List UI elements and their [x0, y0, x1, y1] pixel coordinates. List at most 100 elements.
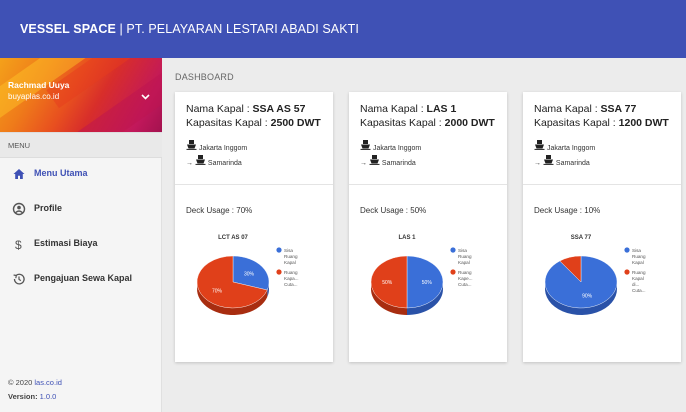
slice-label: 30%	[244, 272, 255, 278]
legend-marker	[276, 269, 282, 275]
arrow-right-icon: →	[186, 160, 193, 167]
destination-port: Samarinda	[555, 160, 590, 167]
version-label: Version:	[8, 392, 38, 401]
slice-label: 70%	[212, 288, 223, 294]
vessel-name-value: LAS 1	[426, 103, 457, 115]
origin-port: Jakarta Inggom	[372, 145, 422, 152]
origin-port: Jakarta Inggom	[546, 145, 596, 152]
legend-marker	[276, 247, 282, 253]
page-title: DASHBOARD	[175, 72, 234, 82]
sidebar-item-label: Menu Utama	[34, 168, 88, 178]
sidebar-item-profile[interactable]: Profile	[0, 194, 162, 224]
home-icon	[12, 167, 26, 181]
legend-label: Sisa Ruang Kapal	[632, 248, 646, 265]
dollar-icon: $	[12, 237, 26, 252]
legend-marker	[450, 247, 456, 253]
slice-label: 50%	[422, 280, 433, 286]
vessel-card[interactable]: Nama Kapal : LAS 1 Kapasitas Kapal : 200…	[349, 92, 507, 362]
legend-label: Sisa Ruang Kapal	[284, 248, 298, 265]
copyright: © 2020 las.co.id	[8, 376, 62, 390]
legend-label: Sisa Ruang Kapal	[458, 248, 472, 265]
footer-link[interactable]: las.co.id	[34, 378, 62, 387]
vessel-capacity: Kapasitas Kapal : 1200 DWT	[534, 117, 669, 129]
chart-title: LAS 1	[398, 235, 416, 241]
vessel-capacity: Kapasitas Kapal : 2000 DWT	[360, 117, 495, 129]
ship-icon	[360, 139, 371, 152]
version-value: 1.0.0	[37, 392, 57, 401]
deck-usage-pie-chart: LCT AS 07 30% 70% Sisa Ruang Kapal Ruang Kapa..…	[196, 235, 299, 315]
sidebar-footer: © 2020 las.co.id Version: 1.0.0	[8, 376, 62, 404]
sidebar: Rachmad Uuya buyaplas.co.id MENU Menu Ut…	[0, 58, 162, 412]
version: Version: 1.0.0	[8, 390, 62, 404]
deck-usage: Deck Usage : 70%	[186, 206, 253, 215]
vessel-capacity: Kapasitas Kapal : 2500 DWT	[186, 117, 321, 129]
chart-title: SSA 77	[571, 235, 592, 241]
vessel-capacity-value: 2500 DWT	[270, 117, 321, 129]
chart-title: LCT AS 07	[218, 235, 248, 241]
sidebar-item-menu-utama[interactable]: Menu Utama	[0, 159, 162, 189]
svg-text:$: $	[15, 238, 22, 251]
user-profile-banner[interactable]: Rachmad Uuya buyaplas.co.id	[0, 58, 162, 132]
arrow-right-icon: →	[534, 160, 541, 167]
deck-usage: Deck Usage : 50%	[360, 206, 427, 215]
user-email: buyaplas.co.id	[8, 92, 60, 101]
route-destination: → Samarinda	[186, 154, 242, 167]
vessel-card[interactable]: Nama Kapal : SSA 77 Kapasitas Kapal : 12…	[523, 92, 681, 362]
legend-label: Ruang Kape... Cuta...	[458, 270, 473, 287]
card-divider	[175, 184, 333, 185]
vessel-capacity-label: Kapasitas Kapal :	[186, 117, 271, 129]
history-icon	[12, 272, 26, 286]
vessel-capacity-value: 2000 DWT	[444, 117, 495, 129]
vessel-card[interactable]: Nama Kapal : SSA AS 57 Kapasitas Kapal :…	[175, 92, 333, 362]
ship-icon	[195, 154, 206, 167]
route-origin: Jakarta Inggom	[360, 139, 422, 152]
legend-label: Ruang Kapa... Cuta...	[284, 270, 299, 287]
vessel-name-value: SSA 77	[600, 103, 637, 115]
vessel-name-value: SSA AS 57	[252, 103, 306, 115]
chevron-down-icon[interactable]	[141, 92, 150, 102]
app-title: VESSEL SPACE | PT. PELAYARAN LESTARI ABA…	[20, 22, 359, 36]
slice-label: 90%	[582, 294, 593, 300]
ship-icon	[543, 154, 554, 167]
deck-usage-pie-chart: SSA 77 90% Sisa Ruang Kapal Ruang Kapal di... Cu…	[544, 235, 646, 315]
sidebar-item-pengajuan-sewa-kapal[interactable]: Pengajuan Sewa Kapal	[0, 264, 162, 294]
account-circle-icon	[12, 202, 26, 216]
deck-usage-pie-chart: LAS 1 50% 50% Sisa Ruang Kapal Ruang Kape... Cut…	[370, 235, 473, 315]
legend-marker	[624, 269, 630, 275]
vessel-capacity-label: Kapasitas Kapal :	[534, 117, 619, 129]
sidebar-item-label: Estimasi Biaya	[34, 238, 98, 248]
route-destination: → Samarinda	[360, 154, 416, 167]
ship-icon	[369, 154, 380, 167]
legend-marker	[450, 269, 456, 275]
legend-label: Ruang Kapal di... Cuta...	[632, 270, 646, 293]
user-name: Rachmad Uuya	[8, 80, 70, 90]
vessel-name: Nama Kapal : SSA AS 57	[186, 103, 305, 115]
origin-port: Jakarta Inggom	[198, 145, 248, 152]
menu-header-label: MENU	[8, 141, 31, 150]
ship-icon	[186, 139, 197, 152]
ship-icon	[534, 139, 545, 152]
menu-header: MENU	[0, 132, 162, 158]
company-name: | PT. PELAYARAN LESTARI ABADI SAKTI	[115, 22, 359, 36]
main-content: DASHBOARD Nama Kapal : SSA AS 57 Kapasit…	[163, 58, 686, 412]
sidebar-item-estimasi-biaya[interactable]: $ Estimasi Biaya	[0, 229, 162, 259]
slice-label: 50%	[382, 280, 393, 286]
vessel-name-label: Nama Kapal :	[534, 103, 601, 115]
vessel-name: Nama Kapal : SSA 77	[534, 103, 636, 115]
card-divider	[349, 184, 507, 185]
vessel-name-label: Nama Kapal :	[186, 103, 253, 115]
sidebar-item-label: Pengajuan Sewa Kapal	[34, 273, 133, 283]
vessel-name-label: Nama Kapal :	[360, 103, 427, 115]
legend-marker	[624, 247, 630, 253]
card-divider	[523, 184, 681, 185]
route-origin: Jakarta Inggom	[186, 139, 248, 152]
app-brand: VESSEL SPACE	[20, 22, 116, 36]
destination-port: Samarinda	[207, 160, 242, 167]
copyright-prefix: © 2020	[8, 378, 35, 387]
arrow-right-icon: →	[360, 160, 367, 167]
deck-usage: Deck Usage : 10%	[534, 206, 601, 215]
vessel-capacity-value: 1200 DWT	[618, 117, 669, 129]
top-app-bar: VESSEL SPACE | PT. PELAYARAN LESTARI ABA…	[0, 0, 686, 58]
vessel-name: Nama Kapal : LAS 1	[360, 103, 456, 115]
sidebar-item-label: Profile	[34, 203, 63, 213]
